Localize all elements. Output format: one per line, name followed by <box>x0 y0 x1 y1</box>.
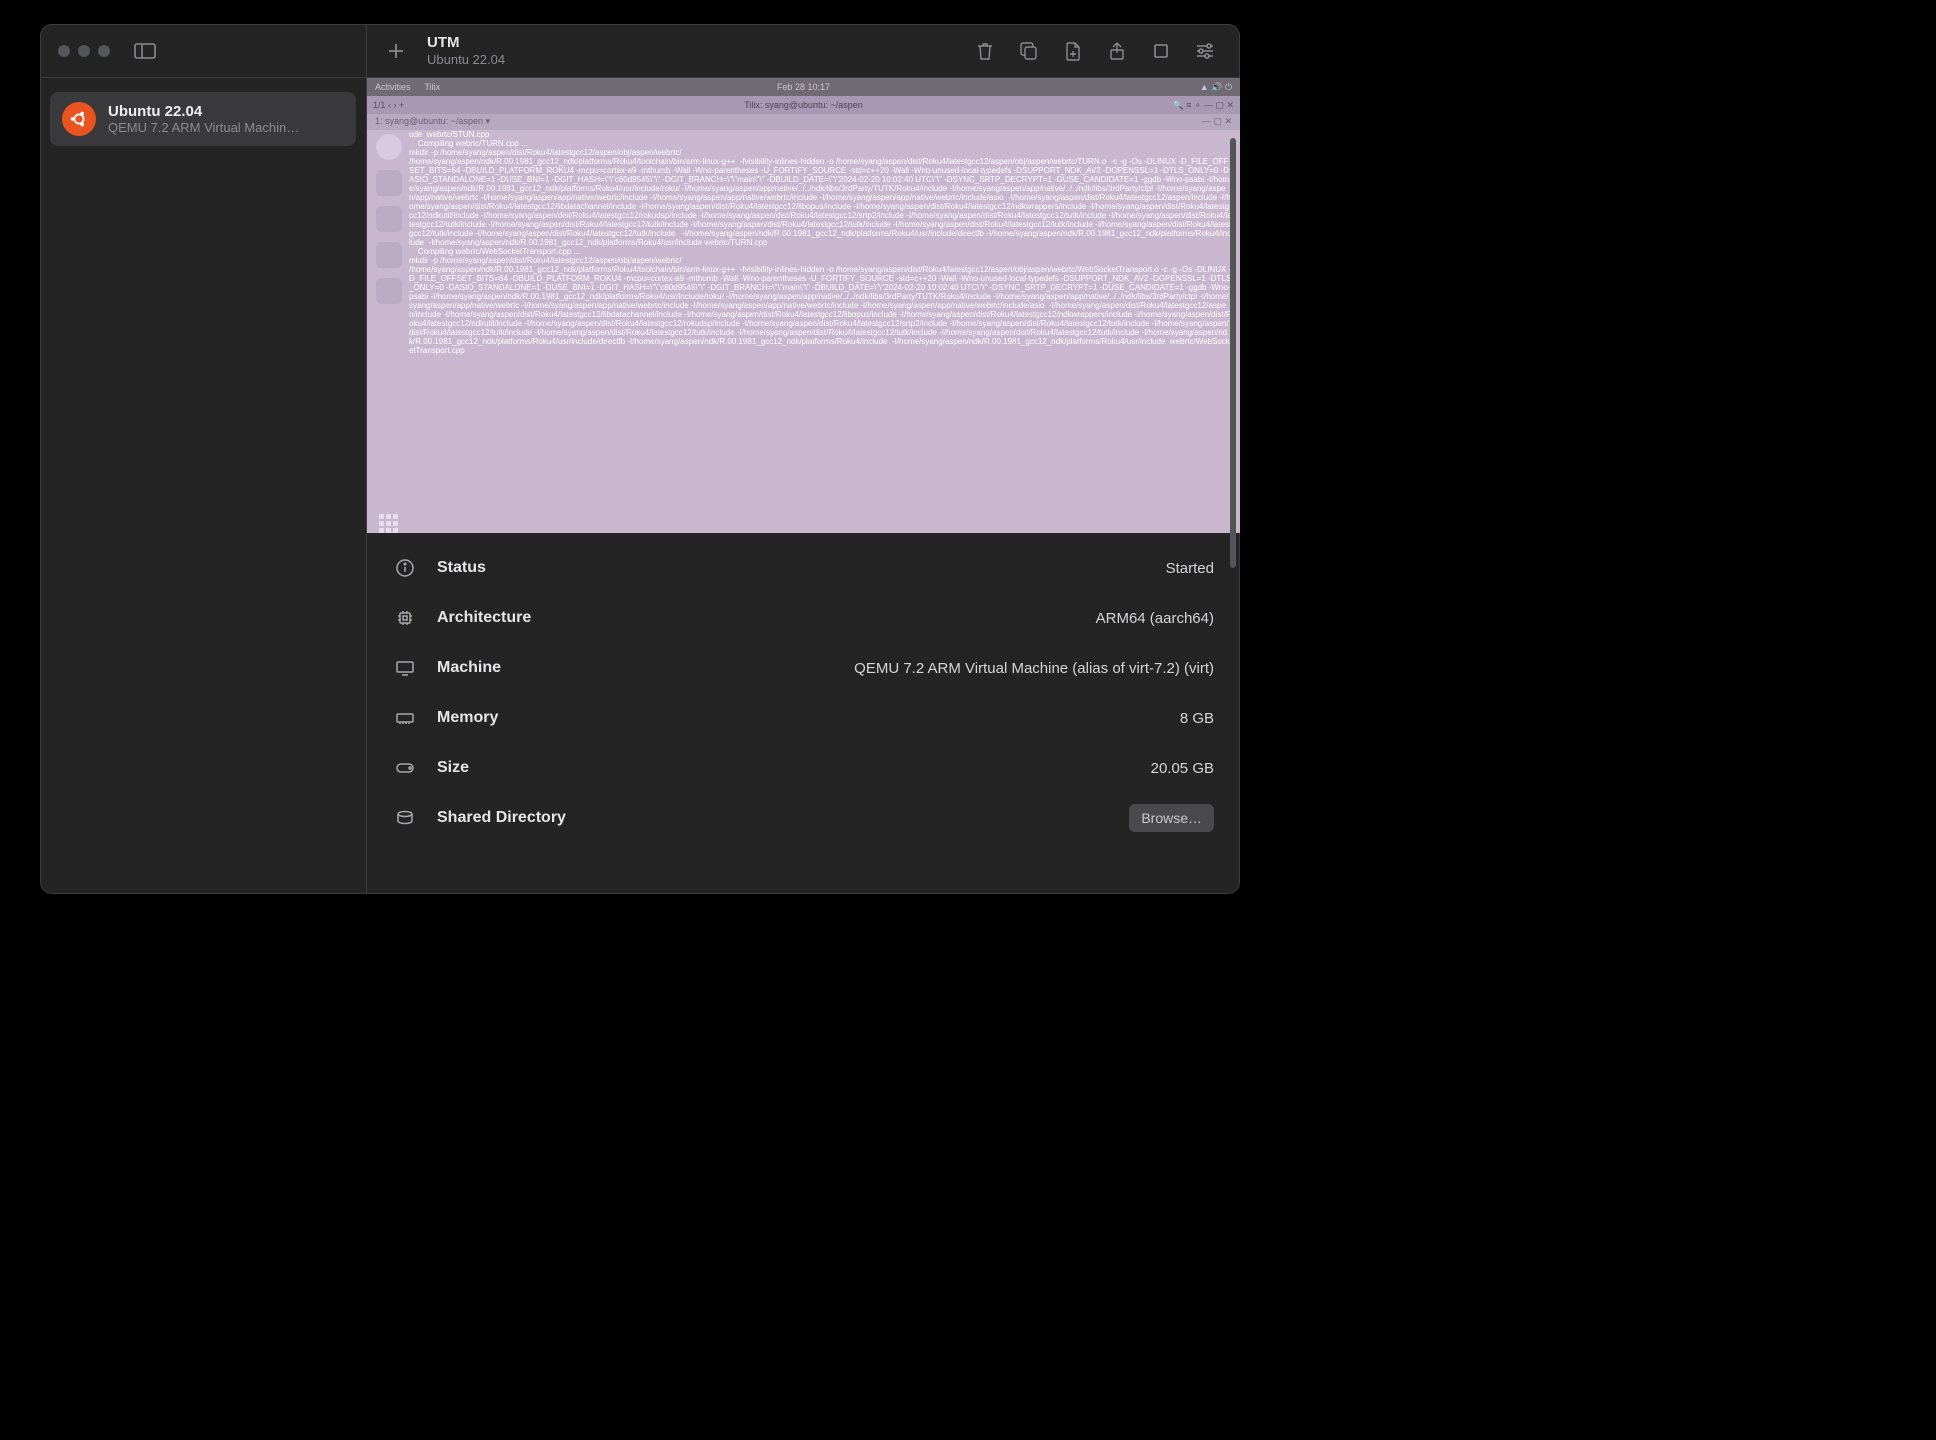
settings-icon[interactable] <box>1190 43 1220 59</box>
size-value: 20.05 GB <box>1151 760 1214 777</box>
info-row-shared-directory: Shared Directory Browse… <box>393 793 1214 843</box>
vm-name: Ubuntu 22.04 <box>108 103 299 120</box>
machine-value: QEMU 7.2 ARM Virtual Machine (alias of v… <box>854 660 1214 677</box>
info-row-memory: Memory 8 GB <box>393 693 1214 743</box>
window-controls[interactable] <box>58 45 110 57</box>
terminal-output: ude webrtc/STUN.cpp Compiling webrtc/TUR… <box>409 130 1232 529</box>
memory-value: 8 GB <box>1180 710 1214 727</box>
vm-info: Status Started Architecture ARM64 (aarch… <box>367 533 1240 894</box>
gnome-dock <box>373 134 405 533</box>
ubuntu-icon <box>62 102 96 136</box>
status-value: Started <box>1166 560 1214 577</box>
titlebar: UTM Ubuntu 22.04 <box>40 24 1240 78</box>
dock-firefox-icon <box>376 134 402 160</box>
vm-screenshot[interactable]: Activities Tilix Feb 28 10:17 ▲ 🔊 ⏻ 1/1 … <box>367 78 1240 533</box>
vm-subtitle: QEMU 7.2 ARM Virtual Machin… <box>108 120 299 135</box>
folder-share-icon <box>393 810 417 826</box>
sidebar-vm-item[interactable]: Ubuntu 22.04 QEMU 7.2 ARM Virtual Machin… <box>50 92 356 146</box>
memory-icon <box>393 711 417 725</box>
dock-tilix-icon <box>376 206 402 232</box>
scrollbar-thumb[interactable] <box>1230 138 1236 568</box>
title-block: UTM Ubuntu 22.04 <box>427 34 505 68</box>
gnome-clock: Feb 28 10:17 <box>367 82 1240 92</box>
detail-pane: Activities Tilix Feb 28 10:17 ▲ 🔊 ⏻ 1/1 … <box>367 78 1240 894</box>
app-window: UTM Ubuntu 22.04 Ubuntu 22.04 QEMU 7.2 A… <box>40 24 1240 894</box>
info-icon <box>393 559 417 577</box>
dock-apps-grid-icon <box>379 514 399 533</box>
close-icon[interactable] <box>58 45 70 57</box>
cpu-icon <box>393 609 417 627</box>
dock-app-icon <box>376 278 402 304</box>
terminal-tab: 1: syang@ubuntu: ~/aspen ▾ — ▢ ✕ <box>367 114 1240 130</box>
info-row-architecture: Architecture ARM64 (aarch64) <box>393 593 1214 643</box>
terminal-tab-close-icon: — ▢ ✕ <box>1202 116 1232 127</box>
app-subtitle: Ubuntu 22.04 <box>427 52 505 68</box>
display-icon <box>393 660 417 676</box>
sidebar: Ubuntu 22.04 QEMU 7.2 ARM Virtual Machin… <box>40 78 367 894</box>
duplicate-icon[interactable] <box>1014 41 1044 61</box>
app-title: UTM <box>427 34 505 52</box>
info-row-machine: Machine QEMU 7.2 ARM Virtual Machine (al… <box>393 643 1214 693</box>
info-row-size: Size 20.05 GB <box>393 743 1214 793</box>
disk-icon <box>393 762 417 774</box>
minimize-icon[interactable] <box>78 45 90 57</box>
architecture-value: ARM64 (aarch64) <box>1096 610 1214 627</box>
tilix-title: Tilix: syang@ubuntu: ~/aspen <box>367 100 1240 110</box>
add-vm-button[interactable] <box>379 41 413 61</box>
browse-button[interactable]: Browse… <box>1129 804 1214 832</box>
dock-files-icon <box>376 170 402 196</box>
info-row-status: Status Started <box>393 543 1214 593</box>
sidebar-toggle-button[interactable] <box>134 43 156 59</box>
stop-icon[interactable] <box>1146 42 1176 60</box>
new-file-icon[interactable] <box>1058 41 1088 61</box>
trash-icon[interactable] <box>970 41 1000 61</box>
share-icon[interactable] <box>1102 41 1132 61</box>
gnome-top-bar: Activities Tilix Feb 28 10:17 ▲ 🔊 ⏻ <box>367 78 1240 96</box>
scrollbar[interactable] <box>1230 138 1236 884</box>
dock-app-icon <box>376 242 402 268</box>
zoom-icon[interactable] <box>98 45 110 57</box>
tilix-header: 1/1 ‹ › + Tilix: syang@ubuntu: ~/aspen 🔍… <box>367 96 1240 114</box>
